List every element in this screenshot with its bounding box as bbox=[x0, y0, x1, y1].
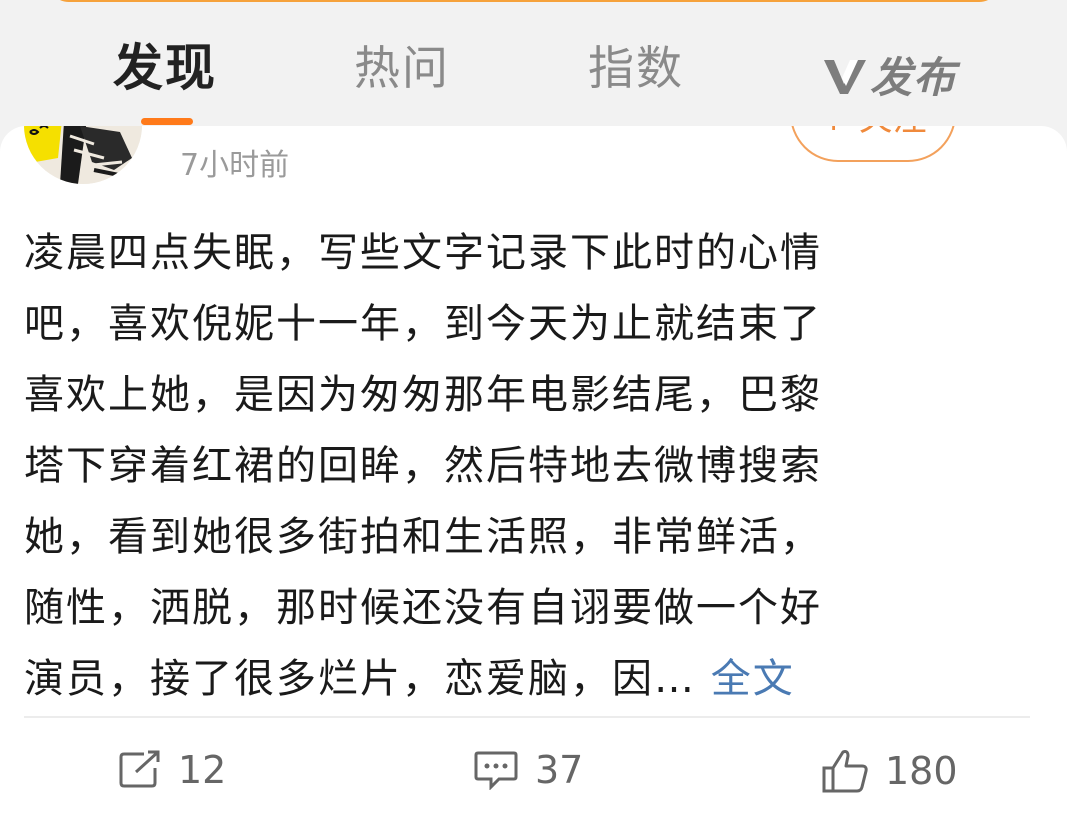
post-line-truncated: 演员，接了很多烂片，恋爱脑，因… bbox=[24, 656, 696, 702]
tab-publish-label: 发布 bbox=[870, 53, 957, 102]
post-line: 凌晨四点失眠，写些文字记录下此时的心情 bbox=[24, 230, 822, 276]
post-line: 吧，喜欢倪妮十一年，到今天为止就结束了 bbox=[24, 301, 822, 347]
post-line: 喜欢上她，是因为匆匆那年电影结尾，巴黎 bbox=[24, 372, 822, 418]
repost-button[interactable]: 12 bbox=[118, 748, 226, 792]
post-card: + 关注 7小时前 凌晨四点失眠，写些文字记录下此时的心情 吧，喜欢倪妮十一年，… bbox=[0, 126, 1067, 826]
tab-hot-questions[interactable]: 热问 bbox=[354, 40, 450, 96]
post-timestamp: 7小时前 bbox=[180, 148, 290, 183]
avatar[interactable] bbox=[24, 126, 142, 184]
thumbs-up-icon bbox=[822, 750, 868, 793]
repost-count: 12 bbox=[178, 748, 227, 792]
comment-count: 37 bbox=[535, 748, 584, 792]
top-tab-bar: 发现 热问 指数 发布 bbox=[0, 22, 1067, 125]
tab-discover[interactable]: 发现 bbox=[113, 40, 217, 96]
post-line-last: 演员，接了很多烂片，恋爱脑，因… 全文 bbox=[24, 644, 1004, 715]
avatar-illustration-icon bbox=[24, 126, 142, 184]
post-actions-bar: 12 37 180 bbox=[0, 738, 1067, 798]
active-tab-indicator bbox=[141, 118, 193, 125]
follow-button[interactable]: + 关注 bbox=[790, 126, 956, 162]
comment-icon bbox=[474, 751, 518, 790]
post-body[interactable]: 凌晨四点失眠，写些文字记录下此时的心情 吧，喜欢倪妮十一年，到今天为止就结束了 … bbox=[24, 218, 1004, 715]
weibo-v-logo-icon bbox=[824, 59, 866, 94]
comment-button[interactable]: 37 bbox=[473, 748, 583, 792]
read-full-text-link[interactable]: 全文 bbox=[711, 656, 795, 702]
tab-publish[interactable]: 发布 bbox=[820, 44, 956, 105]
like-button[interactable]: 180 bbox=[821, 748, 958, 794]
like-count: 180 bbox=[885, 749, 958, 793]
actions-divider bbox=[24, 716, 1030, 718]
post-line: 随性，洒脱，那时候还没有自诩要做一个好 bbox=[24, 585, 822, 631]
search-bar[interactable] bbox=[48, 0, 1000, 2]
tab-index[interactable]: 指数 bbox=[588, 40, 684, 96]
post-line: 她，看到她很多街拍和生活照，非常鲜活， bbox=[24, 514, 822, 560]
repost-icon bbox=[119, 750, 160, 788]
post-line: 塔下穿着红裙的回眸，然后特地去微博搜索 bbox=[24, 443, 822, 489]
